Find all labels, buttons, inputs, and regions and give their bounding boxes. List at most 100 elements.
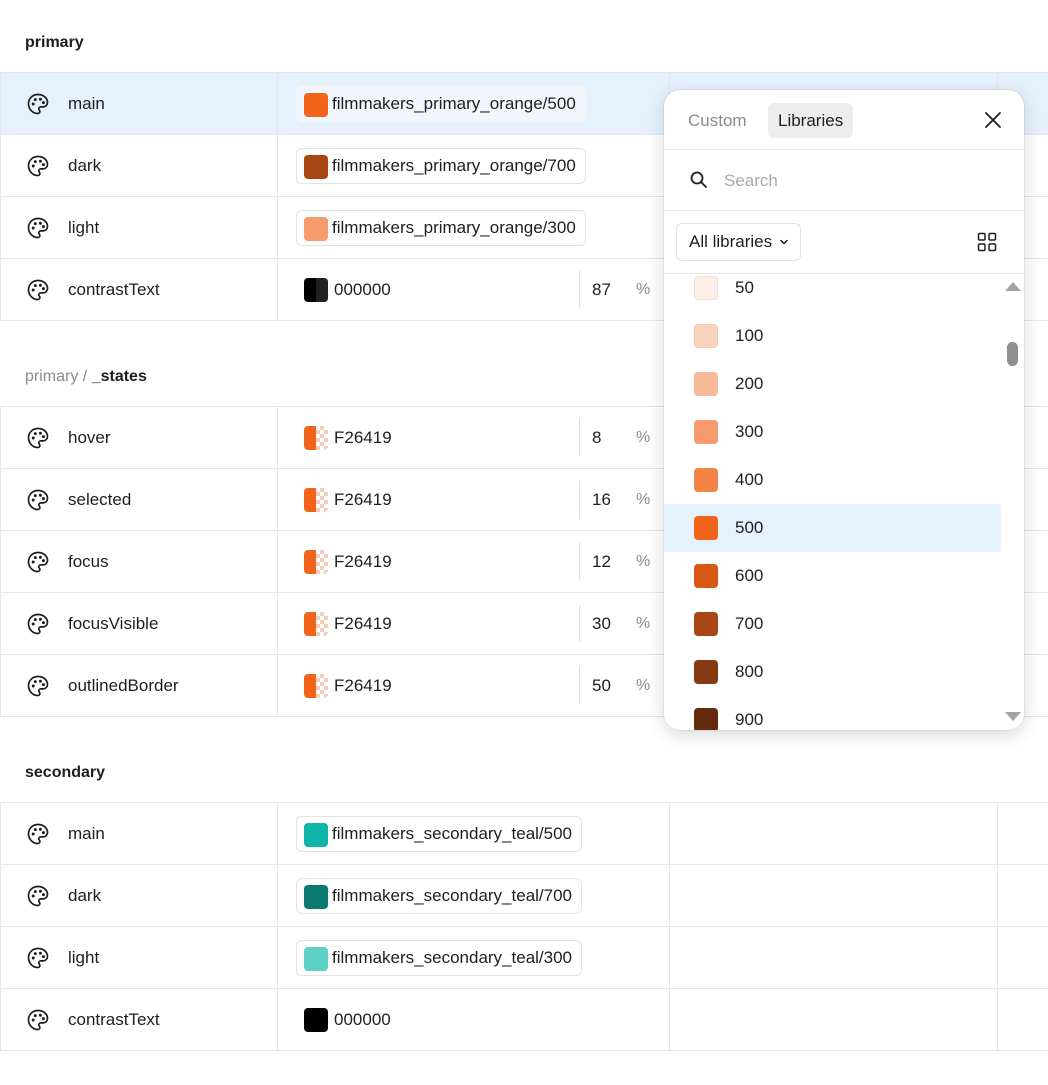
scroll-down-arrow-icon[interactable] [1005, 712, 1021, 721]
chevron-down-icon [780, 239, 788, 245]
color-option-label: 900 [735, 710, 764, 729]
swatch-solid-half [304, 611, 316, 636]
value-cell[interactable]: filmmakers_secondary_teal/300 [278, 927, 670, 988]
color-swatch [694, 660, 718, 684]
percent-sign: % [636, 280, 651, 298]
opacity-value[interactable]: 8 [592, 428, 601, 448]
value-cell[interactable]: F26419 12% [278, 531, 670, 592]
color-swatch[interactable] [304, 673, 328, 698]
opacity-value[interactable]: 50 [592, 676, 611, 696]
palette-icon [26, 674, 50, 698]
opacity-divider [579, 419, 580, 456]
value-cell[interactable]: F26419 16% [278, 469, 670, 530]
color-token-chip[interactable]: filmmakers_primary_orange/300 [296, 209, 586, 246]
hex-value[interactable]: 000000 [334, 280, 391, 300]
opacity-value[interactable]: 30 [592, 614, 611, 634]
color-option-600[interactable]: 600 [664, 552, 1001, 600]
table-row[interactable]: dark filmmakers_secondary_teal/700 [0, 865, 1048, 927]
hex-value[interactable]: F26419 [334, 428, 392, 448]
scrollbar[interactable] [1001, 274, 1024, 730]
color-option-label: 800 [735, 662, 764, 681]
percent-sign: % [636, 676, 651, 694]
color-swatch [694, 516, 718, 540]
library-filter-label: All libraries [689, 232, 773, 251]
value-cell[interactable]: F26419 8% [278, 407, 670, 468]
color-swatch[interactable] [304, 1007, 328, 1032]
color-token-chip[interactable]: filmmakers_primary_orange/700 [296, 147, 586, 184]
color-option-label: 100 [735, 326, 764, 345]
value-cell[interactable]: F26419 30% [278, 593, 670, 654]
tab-libraries[interactable]: Libraries [768, 103, 854, 138]
color-option-300[interactable]: 300 [664, 408, 1001, 456]
value-cell[interactable]: filmmakers_primary_orange/700 [278, 135, 670, 196]
section-title-text: _states [91, 368, 147, 385]
opacity-divider [579, 543, 580, 580]
color-token-label: filmmakers_primary_orange/700 [332, 155, 576, 175]
hex-value[interactable]: F26419 [334, 552, 392, 572]
scroll-up-arrow-icon[interactable] [1005, 282, 1021, 291]
opacity-value[interactable]: 12 [592, 552, 611, 572]
library-filter-dropdown[interactable]: All libraries [676, 223, 802, 261]
value-cell[interactable]: F26419 50% [278, 655, 670, 716]
empty-cell [670, 865, 998, 926]
color-option-label: 200 [735, 374, 764, 393]
value-cell[interactable]: 000000 87% [278, 259, 670, 320]
color-swatch[interactable] [304, 611, 328, 636]
palette-icon [26, 92, 50, 116]
swatch-transparent-half [316, 425, 328, 450]
name-cell: contrastText [0, 259, 278, 320]
grid-view-icon[interactable] [977, 232, 997, 252]
search-input[interactable] [722, 165, 996, 197]
table-row[interactable]: light filmmakers_secondary_teal/300 [0, 927, 1048, 989]
color-option-100[interactable]: 100 [664, 312, 1001, 360]
hex-value[interactable]: 000000 [334, 1010, 391, 1030]
color-option-400[interactable]: 400 [664, 456, 1001, 504]
variable-name: main [68, 93, 105, 113]
name-cell: dark [0, 865, 278, 926]
name-cell: light [0, 927, 278, 988]
scrollbar-thumb[interactable] [1007, 342, 1018, 366]
value-cell[interactable]: filmmakers_primary_orange/500 [278, 73, 670, 134]
color-option-800[interactable]: 800 [664, 648, 1001, 696]
color-option-label: 500 [735, 518, 764, 537]
table-row[interactable]: contrastText 000000 [0, 989, 1048, 1051]
color-swatch[interactable] [304, 549, 328, 574]
color-swatch[interactable] [304, 425, 328, 450]
color-option-200[interactable]: 200 [664, 360, 1001, 408]
color-option-label: 400 [735, 470, 764, 489]
section-title-prefix: primary / [25, 368, 88, 385]
swatch-transparent-half [316, 611, 328, 636]
color-token-chip[interactable]: filmmakers_primary_orange/500 [296, 85, 586, 122]
value-cell[interactable]: filmmakers_secondary_teal/700 [278, 865, 670, 926]
hex-value[interactable]: F26419 [334, 614, 392, 634]
table-row[interactable]: main filmmakers_secondary_teal/500 [0, 803, 1048, 865]
value-cell[interactable]: 000000 [278, 989, 670, 1050]
hex-value[interactable]: F26419 [334, 676, 392, 696]
swatch-solid-half [304, 425, 316, 450]
color-swatch[interactable] [304, 487, 328, 512]
tab-custom[interactable]: Custom [678, 103, 757, 138]
hex-value[interactable]: F26419 [334, 490, 392, 510]
opacity-value[interactable]: 87 [592, 280, 611, 300]
color-option-900[interactable]: 900 [664, 696, 1001, 730]
value-cell[interactable]: filmmakers_secondary_teal/500 [278, 803, 670, 864]
value-cell[interactable]: filmmakers_primary_orange/300 [278, 197, 670, 258]
name-cell: hover [0, 407, 278, 468]
name-cell: focus [0, 531, 278, 592]
opacity-divider [579, 667, 580, 704]
palette-icon [26, 822, 50, 846]
color-token-chip[interactable]: filmmakers_secondary_teal/300 [296, 939, 583, 976]
close-icon[interactable] [982, 109, 1004, 131]
name-cell: contrastText [0, 989, 278, 1050]
name-cell: dark [0, 135, 278, 196]
color-swatch[interactable] [304, 277, 328, 302]
opacity-value[interactable]: 16 [592, 490, 611, 510]
color-token-chip[interactable]: filmmakers_secondary_teal/700 [296, 877, 583, 914]
color-option-label: 50 [735, 278, 754, 297]
name-cell: focusVisible [0, 593, 278, 654]
color-option-50[interactable]: 50 [664, 274, 1001, 312]
color-option-500[interactable]: 500 [664, 504, 1001, 552]
color-option-700[interactable]: 700 [664, 600, 1001, 648]
color-token-chip[interactable]: filmmakers_secondary_teal/500 [296, 815, 583, 852]
palette-icon [26, 1008, 50, 1032]
